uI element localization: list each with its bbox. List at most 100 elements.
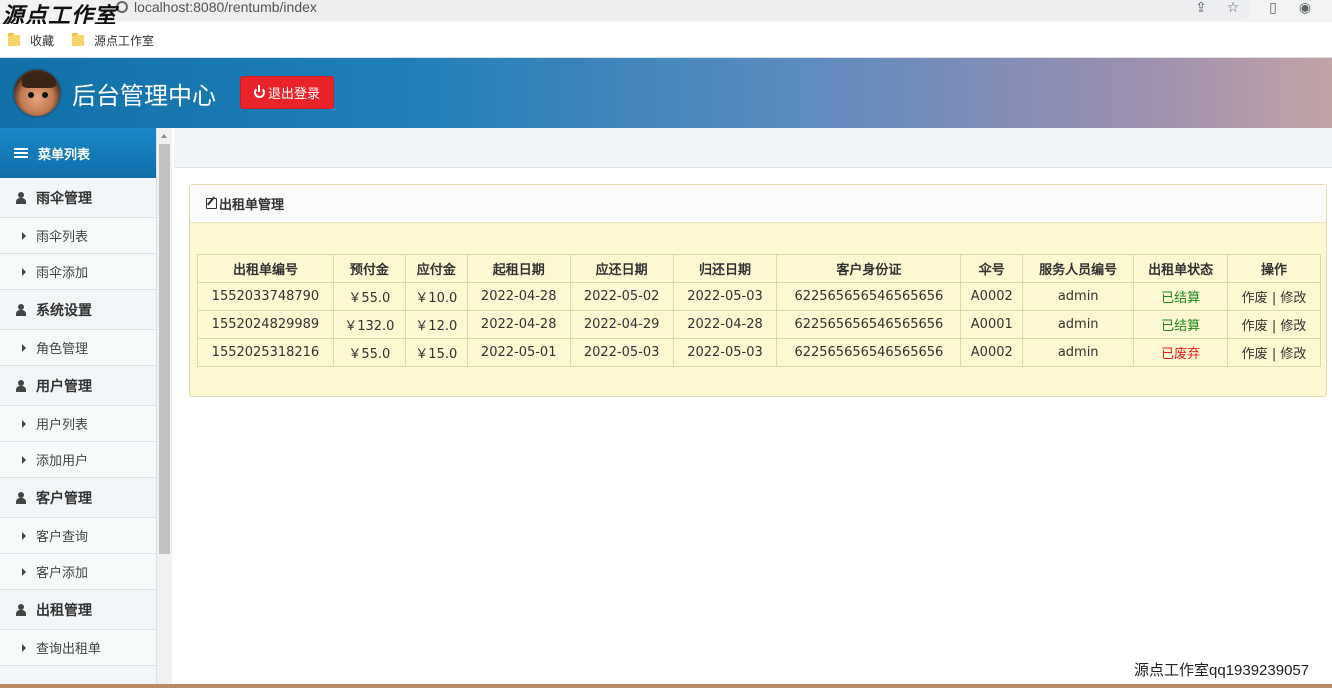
status-badge: 已结算 (1133, 310, 1229, 339)
cell-start: 2022-04-28 (466, 310, 571, 339)
bookmark-label: 源点工作室 (94, 34, 155, 48)
caret-right-icon (22, 267, 26, 276)
url-text[interactable]: localhost:8080/rentumb/index (134, 0, 317, 15)
col-header: 应还日期 (569, 254, 674, 283)
sidebar-title: 菜单列表 (38, 147, 91, 163)
cell-id-card: 622565656546565656 (776, 310, 962, 339)
sidebar-item-roles[interactable]: 角色管理 (0, 330, 156, 366)
cell-actions: 作废 | 修改 (1227, 282, 1321, 311)
caret-right-icon (22, 567, 26, 576)
user-icon (16, 603, 26, 616)
power-icon (253, 85, 265, 98)
sidebar-item-umbrella-list[interactable]: 雨伞列表 (0, 218, 156, 254)
sidebar-item-label: 查询出租单 (36, 642, 102, 657)
sidebar-header: 菜单列表 (0, 128, 156, 178)
sidebar-item-label: 用户列表 (36, 418, 89, 433)
cell-prepay: ￥132.0 (332, 310, 406, 339)
sidebar-group-umbrella[interactable]: 雨伞管理 (0, 178, 156, 218)
table-row: 1552025318216 ￥55.0 ￥15.0 2022-05-01 202… (197, 338, 1321, 367)
cell-id: 1552024829989 (197, 310, 334, 339)
action-separator: | (1271, 347, 1277, 362)
cell-due: ￥12.0 (404, 310, 468, 339)
col-header: 归还日期 (672, 254, 778, 283)
sidebar-group-customers[interactable]: 客户管理 (0, 478, 156, 518)
cell-start: 2022-05-01 (466, 338, 571, 367)
status-badge: 已结算 (1133, 282, 1229, 311)
content-topbar (174, 128, 1332, 168)
void-link[interactable]: 作废 (1242, 319, 1268, 334)
browser-toolbar: localhost:8080/rentumb/index ⇪ ☆ ▯ ◉ (0, 0, 1332, 22)
cell-due: ￥15.0 (404, 338, 468, 367)
user-icon (16, 191, 26, 204)
void-link[interactable]: 作废 (1242, 291, 1268, 306)
rental-table: 出租单编号 预付金 应付金 起租日期 应还日期 归还日期 客户身份证 伞号 服务… (197, 254, 1321, 367)
caret-right-icon (22, 343, 26, 352)
star-icon[interactable]: ☆ (1224, 0, 1242, 18)
bookmark-favorites[interactable]: 收藏 (8, 32, 54, 49)
table-row: 1552024829989 ￥132.0 ￥12.0 2022-04-28 20… (197, 310, 1321, 339)
sidebar-group-label: 用户管理 (36, 378, 92, 395)
cell-staff: admin (1022, 338, 1135, 367)
sidebar-item-label: 客户添加 (36, 566, 89, 581)
watermark-bottom: 源点工作室qq1939239057 (1134, 662, 1310, 679)
action-separator: | (1271, 319, 1277, 334)
cell-id-card: 622565656546565656 (776, 282, 962, 311)
sidebar-item-customer-add[interactable]: 客户添加 (0, 554, 156, 590)
edit-link[interactable]: 修改 (1280, 319, 1306, 334)
cell-due-date: 2022-04-29 (569, 310, 674, 339)
sidebar-group-rental[interactable]: 出租管理 (0, 590, 156, 630)
edit-link[interactable]: 修改 (1280, 347, 1306, 362)
cell-id: 1552025318216 (197, 338, 334, 367)
rental-panel: 出租单管理 出租单编号 预付金 应付金 起租日期 应还日期 归还日期 客户身份证… (189, 184, 1327, 397)
sidebar-group-label: 出租管理 (36, 602, 92, 619)
sidebar-item-umbrella-add[interactable]: 雨伞添加 (0, 254, 156, 290)
app-title: 后台管理中心 (72, 82, 216, 110)
table-row: 1552033748790 ￥55.0 ￥10.0 2022-04-28 202… (197, 282, 1321, 311)
col-header: 伞号 (960, 254, 1024, 283)
scroll-up-icon[interactable] (161, 134, 167, 138)
cell-actions: 作废 | 修改 (1227, 310, 1321, 339)
panel-title: 出租单管理 (219, 198, 285, 213)
panel-header: 出租单管理 (190, 185, 1326, 223)
table-header-row: 出租单编号 预付金 应付金 起租日期 应还日期 归还日期 客户身份证 伞号 服务… (197, 254, 1321, 283)
profile-icon[interactable]: ◉ (1296, 0, 1314, 18)
col-header: 客户身份证 (776, 254, 962, 283)
cell-prepay: ￥55.0 (332, 338, 406, 367)
col-header: 出租单状态 (1133, 254, 1229, 283)
col-header: 操作 (1227, 254, 1321, 283)
user-icon (16, 491, 26, 504)
void-link[interactable]: 作废 (1242, 347, 1268, 362)
sidebar-group-system[interactable]: 系统设置 (0, 290, 156, 330)
logout-button[interactable]: 退出登录 (240, 76, 334, 109)
list-icon (14, 148, 28, 158)
edit-icon (206, 198, 217, 209)
sidebar-item-label: 角色管理 (36, 342, 89, 357)
sidebar: 菜单列表 雨伞管理 雨伞列表 雨伞添加 系统设置 角色管理 用户管理 用户列表 … (0, 128, 157, 688)
sidebar-item-rental-query[interactable]: 查询出租单 (0, 630, 156, 666)
cell-due: ￥10.0 (404, 282, 468, 311)
cell-prepay: ￥55.0 (332, 282, 406, 311)
col-header: 应付金 (404, 254, 468, 283)
cell-staff: admin (1022, 310, 1135, 339)
app-header: 后台管理中心 退出登录 (0, 58, 1332, 128)
sidebar-scrollbar[interactable] (157, 128, 172, 688)
sidebar-item-user-add[interactable]: 添加用户 (0, 442, 156, 478)
col-header: 出租单编号 (197, 254, 334, 283)
cell-return-date: 2022-05-03 (672, 338, 778, 367)
edit-link[interactable]: 修改 (1280, 291, 1306, 306)
sidebar-toggle-icon[interactable]: ▯ (1264, 0, 1282, 18)
sidebar-group-label: 客户管理 (36, 490, 92, 507)
sidebar-group-label: 雨伞管理 (36, 190, 92, 207)
cell-umbrella: A0002 (960, 282, 1024, 311)
sidebar-group-users[interactable]: 用户管理 (0, 366, 156, 406)
scroll-thumb[interactable] (159, 144, 170, 554)
share-icon[interactable]: ⇪ (1192, 0, 1210, 18)
cell-actions: 作废 | 修改 (1227, 338, 1321, 367)
sidebar-item-user-list[interactable]: 用户列表 (0, 406, 156, 442)
site-info-icon[interactable] (116, 1, 128, 13)
bookmark-studio[interactable]: 源点工作室 (72, 32, 154, 49)
sidebar-item-customer-query[interactable]: 客户查询 (0, 518, 156, 554)
action-separator: | (1271, 291, 1277, 306)
cell-return-date: 2022-05-03 (672, 282, 778, 311)
cell-id-card: 622565656546565656 (776, 338, 962, 367)
